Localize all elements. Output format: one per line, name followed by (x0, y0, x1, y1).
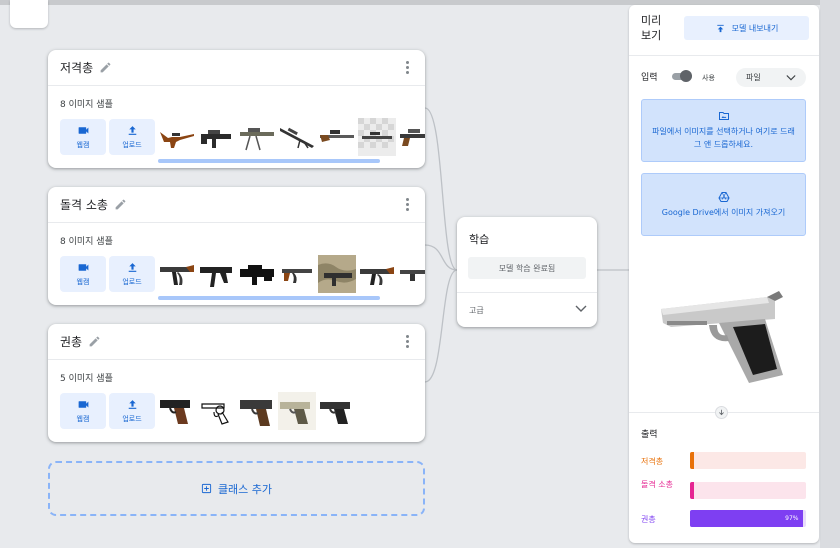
assault-rifle-thumbnail[interactable] (238, 255, 276, 293)
sample-thumbnails (158, 255, 425, 293)
thumbnail-scrollbar[interactable] (158, 159, 380, 163)
upload-button[interactable]: 업로드 (109, 119, 155, 155)
pistol-thumbnail[interactable] (158, 392, 196, 430)
output-class-label: 권총 (641, 515, 656, 524)
pistol-thumbnail[interactable] (278, 392, 316, 430)
sample-count: 5 이미지 샘플 (60, 374, 113, 384)
pistol-preview-image (649, 257, 795, 399)
assault-rifle-thumbnail[interactable] (198, 255, 236, 293)
upload-icon (128, 263, 136, 272)
webcam-button[interactable]: 웹캠 (60, 393, 106, 429)
output-bar (690, 452, 806, 469)
chevron-down-icon[interactable] (575, 304, 587, 314)
more-options-icon[interactable] (401, 197, 413, 213)
assault-rifle-thumbnail[interactable] (358, 255, 396, 293)
webcam-label: 웹캠 (76, 415, 90, 423)
sample-count: 8 이미지 샘플 (60, 237, 113, 247)
assault-rifle-thumbnail[interactable] (318, 255, 356, 293)
class-header: 돌격 소총 (48, 187, 425, 223)
webcam-label: 웹캠 (76, 278, 90, 286)
google-drive-icon (717, 191, 730, 202)
video-camera-icon (78, 401, 88, 408)
output-label: 출력 (641, 430, 658, 440)
upload-icon (128, 400, 136, 409)
sample-thumbnails (158, 118, 425, 156)
video-camera-icon (78, 264, 88, 271)
webcam-button[interactable]: 웹캠 (60, 256, 106, 292)
revolver-thumbnail[interactable] (198, 392, 236, 430)
class-card-assault-rifle: 돌격 소총 8 이미지 샘플 웹캠 업로드 (48, 187, 425, 305)
input-source-select[interactable]: 파일 (736, 68, 806, 87)
pistol-thumbnail[interactable] (318, 392, 356, 430)
class-name[interactable]: 저격총 (60, 59, 93, 76)
sample-count: 8 이미지 샘플 (60, 100, 113, 110)
divider (457, 292, 597, 293)
output-bar (690, 482, 806, 499)
arrow-down-icon (715, 406, 728, 419)
chevron-down-icon (786, 74, 796, 80)
rifle-thumbnail[interactable] (238, 118, 276, 156)
input-toggle[interactable] (670, 70, 694, 82)
rifle-thumbnail[interactable] (318, 118, 356, 156)
upload-icon (128, 126, 136, 135)
output-bar: 97% (690, 510, 806, 527)
google-drive-button[interactable]: Google Drive에서 이미지 가져오기 (641, 173, 806, 236)
video-camera-icon (78, 127, 88, 134)
output-class-label: 돌격 소총 (641, 480, 673, 489)
training-card: 학습 모델 학습 완료됨 고급 (457, 217, 597, 327)
export-label: 모델 내보내기 (731, 23, 779, 33)
divider (629, 55, 819, 56)
class-header: 저격총 (48, 50, 425, 86)
rifle-thumbnail[interactable] (158, 118, 196, 156)
toggle-label: 사용 (702, 74, 715, 82)
input-label: 입력 (641, 73, 658, 83)
upload-button[interactable]: 업로드 (109, 393, 155, 429)
output-bar-fill (690, 482, 694, 499)
upload-label: 업로드 (122, 141, 142, 149)
file-drop-zone[interactable]: 파일에서 이미지를 선택하거나 여기로 드래그 앤 드롭하세요. (641, 99, 806, 162)
export-upload-icon (716, 24, 724, 32)
output-bar-fill: 97% (690, 510, 803, 527)
rifle-thumbnail[interactable] (358, 118, 396, 156)
file-drop-text: 파일에서 이미지를 선택하거나 여기로 드래그 앤 드롭하세요. (652, 127, 795, 149)
rifle-thumbnail[interactable] (278, 118, 316, 156)
advanced-label[interactable]: 고급 (469, 305, 484, 316)
class-header: 권총 (48, 324, 425, 360)
rifle-thumbnail[interactable] (198, 118, 236, 156)
class-card-pistol: 권총 5 이미지 샘플 웹캠 업로드 (48, 324, 425, 442)
drive-text: Google Drive에서 이미지 가져오기 (661, 207, 786, 217)
train-model-button[interactable]: 모델 학습 완료됨 (468, 257, 586, 279)
output-bar-fill (690, 452, 694, 469)
input-source-value: 파일 (746, 73, 761, 82)
more-options-icon[interactable] (401, 60, 413, 76)
edit-pencil-icon[interactable] (99, 61, 112, 74)
webcam-label: 웹캠 (76, 141, 90, 149)
rifle-thumbnail[interactable] (398, 118, 425, 156)
assault-rifle-thumbnail[interactable] (398, 255, 425, 293)
add-class-button[interactable]: 클래스 추가 (48, 461, 425, 516)
output-class-label: 저격총 (641, 457, 664, 466)
edit-pencil-icon[interactable] (88, 335, 101, 348)
preview-panel: 미리 보기 모델 내보내기 입력 사용 파일 파일에서 이미지를 선택하거나 여… (629, 5, 819, 543)
class-name[interactable]: 돌격 소총 (60, 196, 108, 213)
class-name[interactable]: 권총 (60, 333, 82, 350)
pistol-thumbnail[interactable] (238, 392, 276, 430)
sample-thumbnails (158, 392, 425, 430)
webcam-button[interactable]: 웹캠 (60, 119, 106, 155)
add-box-icon (201, 483, 212, 494)
training-title: 학습 (469, 233, 490, 246)
upload-button[interactable]: 업로드 (109, 256, 155, 292)
class-card-sniper-rifle: 저격총 8 이미지 샘플 웹캠 업로드 (48, 50, 425, 168)
thumbnail-scrollbar[interactable] (158, 296, 380, 300)
folder-image-icon (718, 112, 729, 120)
preview-title: 미리 보기 (641, 14, 662, 42)
more-options-icon[interactable] (401, 334, 413, 350)
add-class-label: 클래스 추가 (217, 482, 273, 496)
upload-label: 업로드 (122, 415, 142, 423)
edit-pencil-icon[interactable] (114, 198, 127, 211)
assault-rifle-thumbnail[interactable] (278, 255, 316, 293)
assault-rifle-thumbnail[interactable] (158, 255, 196, 293)
upload-label: 업로드 (122, 278, 142, 286)
export-model-button[interactable]: 모델 내보내기 (684, 16, 809, 40)
